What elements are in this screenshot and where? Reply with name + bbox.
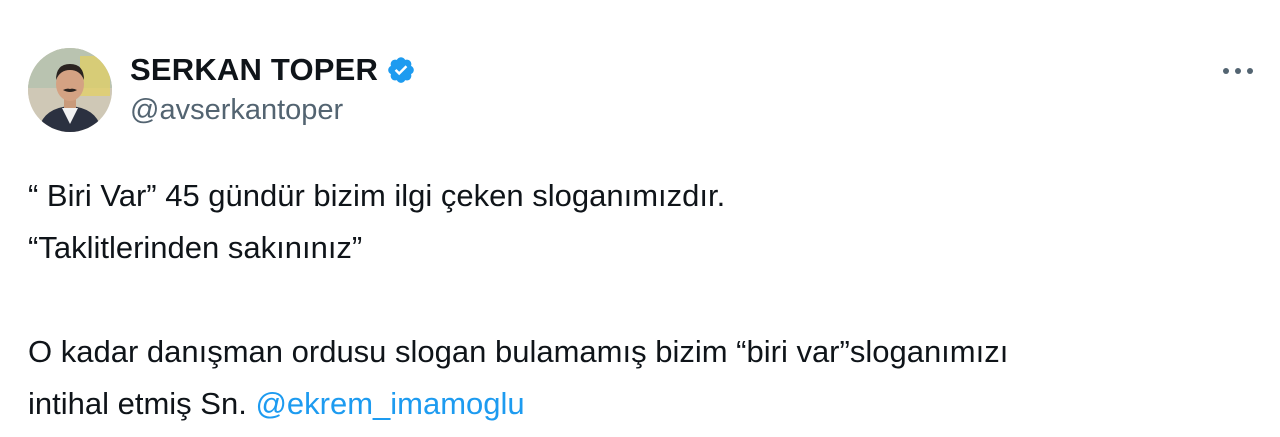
tweet-card: SERKAN TOPER @avserkantoper “ Biri Var” … (0, 0, 1280, 437)
tweet-line: “Taklitlerinden sakınınız” (28, 230, 363, 265)
tweet-line-text: intihal etmiş Sn. (28, 386, 256, 421)
author-name-row: SERKAN TOPER (130, 50, 416, 90)
tweet-line: O kadar danışman ordusu slogan bulamamış… (28, 334, 1009, 369)
tweet-line: “ Biri Var” 45 gündür bizim ilgi çeken s… (28, 178, 726, 213)
more-horizontal-icon (1223, 68, 1253, 74)
tweet-text: “ Biri Var” 45 gündür bizim ilgi çeken s… (28, 170, 1258, 430)
paragraph-break (28, 274, 1258, 326)
tweet-line-with-mention: intihal etmiş Sn. @ekrem_imamoglu (28, 378, 1258, 430)
author-display-name[interactable]: SERKAN TOPER (130, 52, 378, 88)
verified-badge-icon (386, 55, 416, 85)
avatar[interactable] (28, 48, 112, 132)
more-options-button[interactable] (1218, 56, 1258, 86)
author-handle[interactable]: @avserkantoper (130, 94, 343, 127)
mention-link[interactable]: @ekrem_imamoglu (255, 386, 524, 421)
